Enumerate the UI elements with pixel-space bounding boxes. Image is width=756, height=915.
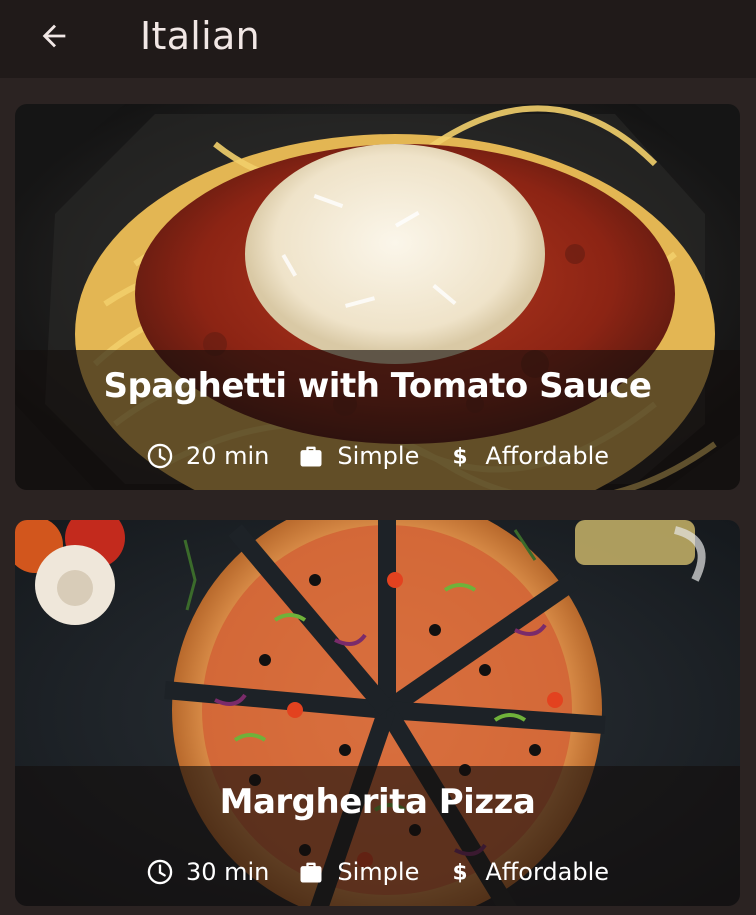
duration-item: 30 min <box>146 858 269 886</box>
dollar-icon: $ <box>453 861 468 886</box>
briefcase-icon <box>300 446 322 467</box>
affordability-label: Affordable <box>485 442 610 470</box>
briefcase-icon <box>300 862 322 883</box>
meal-title: Margherita Pizza <box>219 782 536 822</box>
complexity-label: Simple <box>337 442 420 470</box>
svg-text:$: $ <box>453 445 468 470</box>
page-title: Italian <box>140 14 260 58</box>
dollar-icon: $ <box>453 445 468 470</box>
duration-label: 30 min <box>185 858 270 886</box>
svg-text:$: $ <box>453 861 468 886</box>
back-button[interactable] <box>34 16 74 56</box>
card-info-overlay: Margherita Pizza 30 min Simple $ Afforda… <box>15 766 740 906</box>
meal-card-spaghetti[interactable]: Spaghetti with Tomato Sauce 20 min Simpl… <box>15 104 740 490</box>
meal-title: Spaghetti with Tomato Sauce <box>103 366 652 406</box>
meal-card-pizza[interactable]: Margherita Pizza 30 min Simple $ Afforda… <box>15 520 740 906</box>
duration-label: 20 min <box>185 442 270 470</box>
clock-icon <box>147 859 173 885</box>
affordability-item: $ Affordable <box>447 442 609 470</box>
clock-icon <box>147 443 173 469</box>
complexity-label: Simple <box>337 858 420 886</box>
affordability-label: Affordable <box>485 858 610 886</box>
meal-meta: 20 min Simple $ Affordable <box>15 442 740 470</box>
affordability-item: $ Affordable <box>447 858 609 886</box>
arrow-left-icon <box>42 24 66 48</box>
card-info-overlay: Spaghetti with Tomato Sauce 20 min Simpl… <box>15 350 740 490</box>
meal-meta: 30 min Simple $ Affordable <box>15 858 740 886</box>
complexity-item: Simple <box>297 442 419 470</box>
duration-item: 20 min <box>146 442 269 470</box>
complexity-item: Simple <box>297 858 419 886</box>
app-bar: Italian <box>0 0 756 78</box>
